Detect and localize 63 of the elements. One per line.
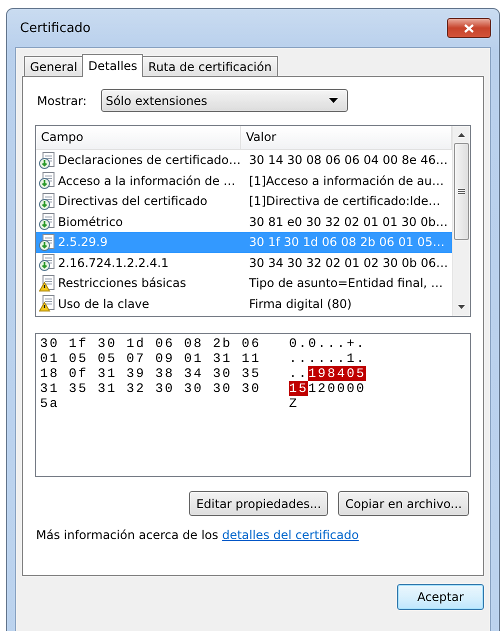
close-icon — [464, 24, 474, 32]
certificate-download-icon — [39, 234, 55, 251]
scroll-thumb[interactable] — [454, 143, 469, 240]
hex-bytes: 31 35 31 32 30 30 30 30 — [40, 381, 262, 396]
field-name: Restricciones básicas — [58, 276, 186, 290]
certificate-download-icon — [39, 192, 55, 210]
scroll-down-icon — [458, 305, 465, 309]
scrollbar[interactable] — [452, 126, 470, 316]
field-value: 30 1f 30 1d 06 08 2b 06 01 05… — [249, 235, 445, 250]
tab[interactable]: General — [24, 56, 84, 76]
ascii-text: 198405 — [308, 366, 366, 381]
field-name: Uso de la clave — [58, 296, 150, 311]
action-button[interactable]: Editar propiedades... — [189, 491, 328, 516]
field-value: 30 34 30 32 02 01 02 30 0b 06… — [249, 256, 448, 270]
field-value: Firma digital (80) — [249, 296, 352, 311]
field-row[interactable]: Declaraciones de certificado… 30 14 30 08 06 06 04 00 8e 46… — [36, 150, 452, 170]
column-header[interactable]: Campo — [36, 126, 241, 149]
field-name: Directivas del certificado — [58, 194, 208, 208]
tab[interactable]: Ruta de certificación — [142, 56, 278, 76]
certificate-download-icon — [39, 254, 55, 272]
field-row[interactable]: 2.16.724.1.2.2.4.1 30 34 30 32 02 01 02 30 0b 06… — [36, 252, 452, 273]
close-button[interactable] — [447, 18, 491, 38]
field-name: Declaraciones de certificado… — [58, 153, 241, 168]
field-value: Tipo de asunto=Entidad final, … — [249, 276, 443, 290]
ascii-text: ......1. — [289, 351, 366, 366]
hex-bytes: 30 1f 30 1d 06 08 2b 06 — [40, 336, 262, 351]
field-row[interactable]: Uso de la clave Firma digital (80) — [36, 294, 452, 314]
ascii-text: 15 — [289, 381, 308, 396]
details-link[interactable]: detalles del certificado — [222, 528, 359, 542]
hex-bytes: 01 05 05 07 09 01 31 11 — [40, 351, 262, 366]
ascii-text: Z — [289, 396, 299, 411]
action-button[interactable]: Copiar en archivo... — [338, 491, 469, 516]
certificate-warning-icon — [39, 274, 55, 292]
certificate-warning-icon — [39, 295, 55, 312]
hex-bytes: 5a — [40, 396, 60, 411]
field-name: Acceso a la información de … — [58, 174, 236, 188]
field-value: [1]Acceso a información de au… — [249, 174, 444, 188]
field-row[interactable]: Biométrico 30 81 e0 30 32 02 01 01 30 0b… — [36, 212, 452, 232]
ascii-text: .. — [289, 366, 308, 381]
field-value: [1]Directiva de certificado:Ide… — [249, 194, 440, 208]
show-label: Mostrar: — [37, 94, 87, 108]
field-row[interactable]: Acceso a la información de … [1]Acceso a información de au… — [36, 170, 452, 191]
window-title: Certificado — [19, 20, 91, 36]
scroll-up-icon — [458, 133, 465, 137]
field-name: Biométrico — [58, 214, 123, 229]
grip-icon — [458, 189, 465, 194]
accept-button[interactable]: Aceptar — [397, 584, 484, 610]
field-row[interactable]: Directivas del certificado [1]Directiva de certificado:Ide… — [36, 191, 452, 212]
info-text: Más información acerca de los — [36, 528, 218, 542]
field-value: 30 81 e0 30 32 02 01 01 30 0b… — [249, 214, 448, 229]
field-row[interactable]: Restricciones básicas Tipo de asunto=Entidad final, … — [36, 273, 452, 294]
hex-bytes: 18 0f 31 39 38 34 30 35 — [40, 366, 262, 381]
certificate-download-icon — [39, 172, 55, 190]
ascii-text: 120000 — [308, 381, 366, 396]
ascii-text: 0.0...+. — [289, 336, 366, 351]
field-name: 2.16.724.1.2.2.4.1 — [58, 256, 169, 270]
show-dropdown[interactable]: Sólo extensiones — [100, 89, 348, 112]
certificate-download-icon — [39, 152, 55, 169]
certificate-download-icon — [39, 213, 55, 230]
tab[interactable]: Detalles — [82, 54, 144, 77]
dropdown-arrow-icon — [328, 98, 338, 103]
field-value: 30 14 30 08 06 06 04 00 8e 46… — [249, 153, 448, 168]
field-name: 2.5.29.9 — [58, 235, 108, 250]
